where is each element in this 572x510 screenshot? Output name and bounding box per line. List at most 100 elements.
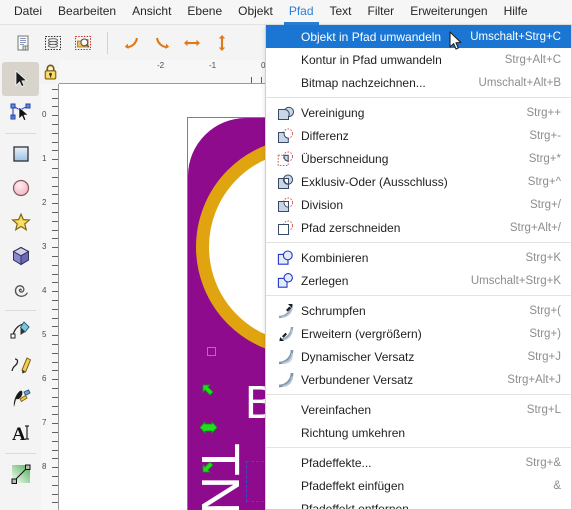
- menu-item-no-icon: [274, 399, 296, 420]
- menubar-item-datei[interactable]: Datei: [6, 1, 50, 23]
- ellipse-tool[interactable]: [0, 171, 41, 205]
- menu-item-schrumpfen[interactable]: Schrumpfen Strg+(: [266, 299, 571, 322]
- combine-icon: [274, 247, 296, 268]
- menu-item-dynamischer-versatz[interactable]: Dynamischer Versatz Strg+J: [266, 345, 571, 368]
- calligraphy-tool[interactable]: [0, 382, 41, 416]
- menu-item-erweitern[interactable]: Erweitern (vergrößern) Strg+): [266, 322, 571, 345]
- menu-item-exklusiv-oder[interactable]: Exklusiv-Oder (Ausschluss) Strg+^: [266, 170, 571, 193]
- menu-item-pfad-zerschneiden[interactable]: Pfad zerschneiden Strg+Alt+/: [266, 216, 571, 239]
- selector-tool[interactable]: [2, 62, 39, 96]
- toolbox-separator-2: [5, 310, 36, 311]
- menu-item-kombinieren[interactable]: Kombinieren Strg+K: [266, 246, 571, 269]
- menu-item-differenz[interactable]: Differenz Strg+-: [266, 124, 571, 147]
- menubar-item-objekt[interactable]: Objekt: [230, 1, 281, 23]
- text-tool[interactable]: A: [0, 416, 41, 450]
- ruler-tick: [52, 212, 58, 213]
- zoom-selection-icon[interactable]: [68, 29, 98, 57]
- menu-item-label: Schrumpfen: [301, 303, 366, 318]
- ruler-tick: [52, 133, 58, 134]
- menubar-item-ebene[interactable]: Ebene: [179, 1, 230, 23]
- rectangle-tool[interactable]: [0, 137, 41, 171]
- menu-item-ueberschneidung[interactable]: Überschneidung Strg+*: [266, 147, 571, 170]
- ruler-tick: [52, 467, 58, 468]
- menu-item-shortcut: Strg+/: [529, 198, 561, 211]
- menu-item-label: Vereinigung: [301, 105, 365, 120]
- menu-item-label: Division: [301, 197, 344, 212]
- menu-item-shortcut: Strg+&: [525, 456, 561, 469]
- menu-item-shortcut: Strg+Alt+/: [509, 221, 561, 234]
- ruler-tick: [52, 230, 58, 231]
- ruler-lock-corner[interactable]: [41, 60, 59, 84]
- menu-item-bitmap-nachzeichnen[interactable]: Bitmap nachzeichnen... Umschalt+Alt+B: [266, 71, 571, 94]
- menu-item-vereinigung[interactable]: Vereinigung Strg++: [266, 101, 571, 124]
- toolbox: A: [0, 60, 41, 510]
- menu-item-shortcut: &: [553, 479, 561, 492]
- menu-item-kontur-in-pfad-umwandeln[interactable]: Kontur in Pfad umwandeln Strg+Alt+C: [266, 48, 571, 71]
- menu-item-objekt-in-pfad-umwandeln[interactable]: Objekt in Pfad umwandeln Umschalt+Strg+C: [266, 25, 571, 48]
- menu-item-shortcut: Strg+K: [525, 251, 561, 264]
- menu-item-richtung-umkehren[interactable]: Richtung umkehren: [266, 421, 571, 444]
- star-tool[interactable]: [0, 205, 41, 239]
- menubar-item-erweiterungen[interactable]: Erweiterungen: [402, 1, 495, 23]
- ruler-tick: [52, 282, 58, 283]
- break-apart-icon: [274, 270, 296, 291]
- ruler-label: 0: [42, 110, 47, 119]
- menu-item-label: Überschneidung: [301, 151, 389, 166]
- ruler-tick: [52, 194, 58, 195]
- ruler-tick: [52, 106, 58, 107]
- menu-item-shortcut: Strg+(: [529, 304, 561, 317]
- layers-dialog-icon[interactable]: [38, 29, 68, 57]
- menubar-item-bearbeiten[interactable]: Bearbeiten: [50, 1, 124, 23]
- menu-item-label: Pfadeffekt entfernen: [301, 501, 409, 510]
- node-editor-tool[interactable]: [0, 96, 41, 130]
- menubar-item-filter[interactable]: Filter: [360, 1, 403, 23]
- menu-item-vereinfachen[interactable]: Vereinfachen Strg+L: [266, 398, 571, 421]
- menubar-item-ansicht[interactable]: Ansicht: [124, 1, 179, 23]
- menu-item-label: Dynamischer Versatz: [301, 349, 415, 364]
- menu-item-pfadeffekt-einfuegen[interactable]: Pfadeffekt einfügen &: [266, 474, 571, 497]
- linked-offset-icon: [274, 369, 296, 390]
- cut-path-icon: [274, 217, 296, 238]
- menu-item-no-icon: [274, 72, 296, 93]
- gradient-tool[interactable]: [0, 457, 41, 491]
- ruler-tick: [52, 326, 58, 327]
- ruler-tick: [52, 150, 58, 151]
- vertical-ruler[interactable]: 0 1 2 3 4 5 6 7 8: [41, 84, 59, 510]
- ruler-tick: [52, 458, 58, 459]
- menubar-item-pfad[interactable]: Pfad: [281, 1, 322, 25]
- ruler-tick: [52, 159, 58, 160]
- document-properties-icon[interactable]: I: [8, 29, 38, 57]
- ruler-tick: [52, 309, 58, 310]
- menu-item-label: Exklusiv-Oder (Ausschluss): [301, 174, 448, 189]
- menubar-item-text[interactable]: Text: [322, 1, 360, 23]
- box-3d-tool[interactable]: [0, 239, 41, 273]
- menu-item-label: Kontur in Pfad umwandeln: [301, 52, 442, 67]
- menu-item-shortcut: Strg+-: [529, 129, 561, 142]
- pfad-menu-dropdown[interactable]: Objekt in Pfad umwandeln Umschalt+Strg+C K…: [265, 25, 572, 510]
- ruler-label: 1: [42, 154, 47, 163]
- bezier-pen-tool[interactable]: [0, 314, 41, 348]
- flip-vertical-icon[interactable]: [207, 29, 237, 57]
- outset-icon: [274, 323, 296, 344]
- menu-item-no-icon: [274, 475, 296, 496]
- pencil-tool[interactable]: [0, 348, 41, 382]
- menu-item-label: Pfad zerschneiden: [301, 220, 401, 235]
- lock-icon: [44, 64, 56, 80]
- intersection-icon: [274, 148, 296, 169]
- menu-item-pfadeffekt-entfernen[interactable]: Pfadeffekt entfernen: [266, 497, 571, 510]
- toolbox-separator: [5, 133, 36, 134]
- menubar: Datei Bearbeiten Ansicht Ebene Objekt Pfad Tex…: [0, 0, 572, 25]
- menu-item-zerlegen[interactable]: Zerlegen Umschalt+Strg+K: [266, 269, 571, 292]
- ruler-tick: [52, 388, 58, 389]
- rotate-ccw-icon[interactable]: [117, 29, 147, 57]
- spiral-tool[interactable]: [0, 273, 41, 307]
- menu-item-pfadeffekte[interactable]: Pfadeffekte... Strg+&: [266, 451, 571, 474]
- menu-item-verbundener-versatz[interactable]: Verbundener Versatz Strg+Alt+J: [266, 368, 571, 391]
- flip-horizontal-icon[interactable]: [177, 29, 207, 57]
- inkscape-window: Datei Bearbeiten Ansicht Ebene Objekt Pfad Tex…: [0, 0, 572, 510]
- ruler-tick: [52, 414, 58, 415]
- rotate-cw-icon[interactable]: [147, 29, 177, 57]
- menubar-item-hilfe[interactable]: Hilfe: [496, 1, 536, 23]
- menu-item-shortcut: Strg+Alt+C: [504, 53, 561, 66]
- menu-item-division[interactable]: Division Strg+/: [266, 193, 571, 216]
